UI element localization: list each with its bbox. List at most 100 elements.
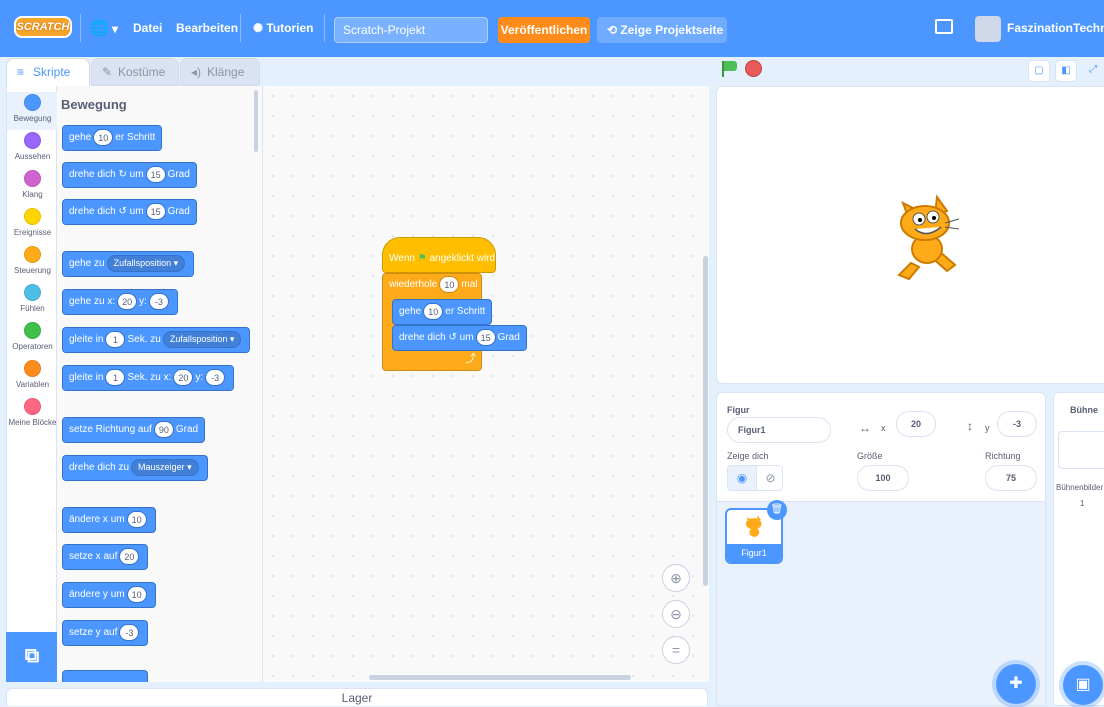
block-input[interactable]: 90 bbox=[153, 420, 174, 438]
block-input[interactable]: 10 bbox=[439, 275, 460, 293]
avatar[interactable] bbox=[975, 16, 1001, 42]
category-operators[interactable]: Operatoren bbox=[7, 322, 58, 351]
block-input[interactable]: 15 bbox=[475, 328, 496, 346]
block-text: Grad bbox=[497, 332, 520, 343]
block-glide-xy[interactable]: gleite in 1 Sek. zu x: 20 y: -3 bbox=[62, 365, 235, 391]
see-project-page-button[interactable]: ⟲ Zeige Projektseite bbox=[597, 17, 727, 43]
size-input[interactable]: 100 bbox=[857, 465, 909, 491]
direction-input[interactable]: 75 bbox=[985, 465, 1037, 491]
tab-costumes[interactable]: ✎ Kostüme bbox=[91, 58, 179, 86]
scratch-logo[interactable]: SCRATCH bbox=[14, 16, 72, 38]
normal-stage-icon[interactable]: ◧ bbox=[1055, 60, 1077, 82]
file-menu[interactable]: Datei bbox=[133, 0, 162, 57]
block-when-flag-clicked[interactable]: Wenn ⚑ angeklickt wird bbox=[382, 237, 496, 273]
zoom-in-icon[interactable]: ⊕ bbox=[662, 564, 690, 592]
block-input[interactable]: 10 bbox=[126, 585, 147, 603]
tutorials-label: Tutorien bbox=[266, 21, 314, 35]
green-flag-icon[interactable] bbox=[720, 60, 738, 78]
block-set-y[interactable]: setze y auf -3 bbox=[62, 620, 149, 646]
category-my-blocks[interactable]: Meine Blöcke bbox=[7, 398, 58, 427]
block-input[interactable]: 1 bbox=[105, 330, 126, 348]
stop-icon[interactable] bbox=[745, 60, 762, 77]
add-backdrop-button[interactable]: ▣ bbox=[1063, 665, 1103, 705]
cat-sprite[interactable] bbox=[889, 193, 969, 285]
small-stage-icon[interactable]: ▢ bbox=[1028, 60, 1050, 82]
block-input[interactable]: 10 bbox=[423, 302, 444, 320]
add-extension-button[interactable]: ⧉ bbox=[6, 632, 58, 682]
block-glide-to[interactable]: gleite in 1 Sek. zu Zufallsposition ▾ bbox=[62, 327, 251, 353]
language-menu[interactable]: 🌐 ▾ bbox=[90, 0, 118, 57]
block-point-direction[interactable]: setze Richtung auf 90 Grad bbox=[62, 417, 206, 443]
sprite-tile-name: Figur1 bbox=[727, 544, 781, 562]
stage[interactable] bbox=[716, 86, 1104, 384]
menu-bar: SCRATCH 🌐 ▾ Datei Bearbeiten ✺ Tutorien … bbox=[0, 0, 1104, 57]
block-set-x[interactable]: setze x auf 20 bbox=[62, 544, 149, 570]
lightbulb-icon: ✺ bbox=[253, 21, 264, 35]
block-input[interactable]: 1 bbox=[105, 368, 126, 386]
block-dropdown[interactable]: Zufallsposition ▾ bbox=[106, 254, 186, 272]
rotate-left-icon: ↺ bbox=[448, 332, 457, 343]
sensing-dot-icon bbox=[24, 284, 41, 301]
block-goto-xy[interactable]: gehe zu x: 20 y: -3 bbox=[62, 289, 178, 315]
x-input[interactable]: 20 bbox=[896, 411, 936, 437]
sprite-info-panel: Figur Figur1 ↔ x 20 ↕ y -3 Zeige dich ◉ … bbox=[716, 392, 1046, 502]
category-variables[interactable]: Variablen bbox=[7, 360, 58, 389]
block-text: Sek. zu x: bbox=[127, 372, 172, 383]
block-input[interactable]: 20 bbox=[119, 547, 140, 565]
publish-button[interactable]: Veröffentlichen bbox=[498, 17, 590, 43]
block-input[interactable]: 10 bbox=[93, 128, 114, 146]
block-input[interactable]: 20 bbox=[173, 368, 194, 386]
block-turn-left[interactable]: drehe dich ↺ um 15 Grad bbox=[62, 199, 197, 225]
backdrop-thumbnail[interactable] bbox=[1058, 431, 1104, 469]
zoom-out-icon[interactable]: ⊖ bbox=[662, 600, 690, 628]
category-sound[interactable]: Klang bbox=[7, 170, 58, 199]
block-dropdown[interactable]: Mauszeiger ▾ bbox=[131, 458, 199, 476]
stage-selector[interactable]: Bühne Bühnenbilder 1 ▣ bbox=[1053, 392, 1104, 706]
block-input[interactable]: -3 bbox=[205, 368, 226, 386]
category-motion[interactable]: Bewegung bbox=[7, 92, 58, 130]
block-turn-right[interactable]: drehe dich ↻ um 15 Grad bbox=[62, 162, 197, 188]
block-text: er Schritt bbox=[115, 132, 156, 143]
curly-arrows-icon: ⟲ bbox=[607, 23, 618, 37]
tutorials-menu[interactable]: ✺ Tutorien bbox=[253, 0, 314, 57]
block-point-towards[interactable]: drehe dich zu Mauszeiger ▾ bbox=[62, 455, 208, 481]
category-events[interactable]: Ereignisse bbox=[7, 208, 58, 237]
block-move-steps[interactable]: gehe 10 er Schritt bbox=[392, 299, 493, 325]
backpack[interactable]: Lager bbox=[6, 688, 708, 706]
edit-menu[interactable]: Bearbeiten bbox=[176, 0, 238, 57]
block-input[interactable]: 15 bbox=[145, 202, 166, 220]
sprite-name-input[interactable]: Figur1 bbox=[727, 417, 831, 443]
block-input[interactable]: -3 bbox=[148, 292, 169, 310]
block-goto[interactable]: gehe zu Zufallsposition ▾ bbox=[62, 251, 195, 277]
tab-sounds[interactable]: ◂) Klänge bbox=[180, 58, 260, 86]
block-change-y[interactable]: ändere y um 10 bbox=[62, 582, 156, 608]
block-move-steps[interactable]: gehe 10 er Schritt bbox=[62, 125, 163, 151]
add-sprite-button[interactable]: ✚ bbox=[996, 664, 1036, 704]
fullscreen-icon[interactable]: ⤢ bbox=[1082, 60, 1104, 82]
workspace-vscrollbar[interactable] bbox=[703, 256, 708, 586]
category-label: Operatoren bbox=[12, 342, 53, 351]
block-turn-left[interactable]: drehe dich ↺ um 15 Grad bbox=[392, 325, 527, 351]
folder-icon[interactable] bbox=[935, 19, 953, 34]
category-looks[interactable]: Aussehen bbox=[7, 132, 58, 161]
tab-scripts[interactable]: ≡ Skripte bbox=[6, 58, 90, 87]
category-sensing[interactable]: Fühlen bbox=[7, 284, 58, 313]
eye-icon[interactable]: ◉ bbox=[728, 466, 756, 490]
y-input[interactable]: -3 bbox=[997, 411, 1037, 437]
palette-scrollbar[interactable] bbox=[254, 90, 258, 152]
eye-hidden-icon[interactable]: ⊘ bbox=[756, 466, 782, 490]
block-change-x[interactable]: ändere x um 10 bbox=[62, 507, 156, 533]
category-control[interactable]: Steuerung bbox=[7, 246, 58, 275]
script-workspace[interactable] bbox=[263, 86, 709, 682]
block-input[interactable]: 10 bbox=[126, 510, 147, 528]
block-input[interactable]: -3 bbox=[119, 623, 140, 641]
reset-zoom-icon[interactable]: = bbox=[662, 636, 690, 664]
workspace-hscrollbar[interactable] bbox=[369, 675, 631, 680]
block-input[interactable]: 20 bbox=[117, 292, 138, 310]
username[interactable]: FaszinationTechnik bbox=[1007, 0, 1104, 57]
block-dropdown[interactable]: Zufallsposition ▾ bbox=[162, 330, 242, 348]
block-input[interactable]: 15 bbox=[145, 165, 166, 183]
block-partial[interactable] bbox=[62, 670, 148, 682]
project-title-input[interactable] bbox=[334, 17, 488, 43]
delete-sprite-icon[interactable]: 🗑 bbox=[767, 500, 787, 520]
